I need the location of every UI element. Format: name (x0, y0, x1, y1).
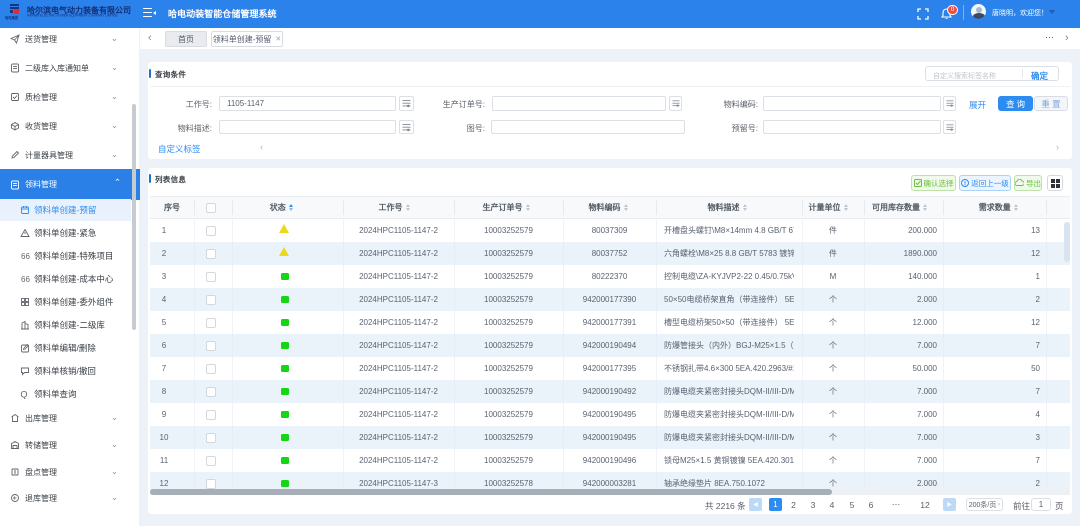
svg-text:66: 66 (21, 275, 30, 284)
svg-text:Q: Q (21, 390, 28, 400)
svg-text:66: 66 (21, 252, 30, 261)
